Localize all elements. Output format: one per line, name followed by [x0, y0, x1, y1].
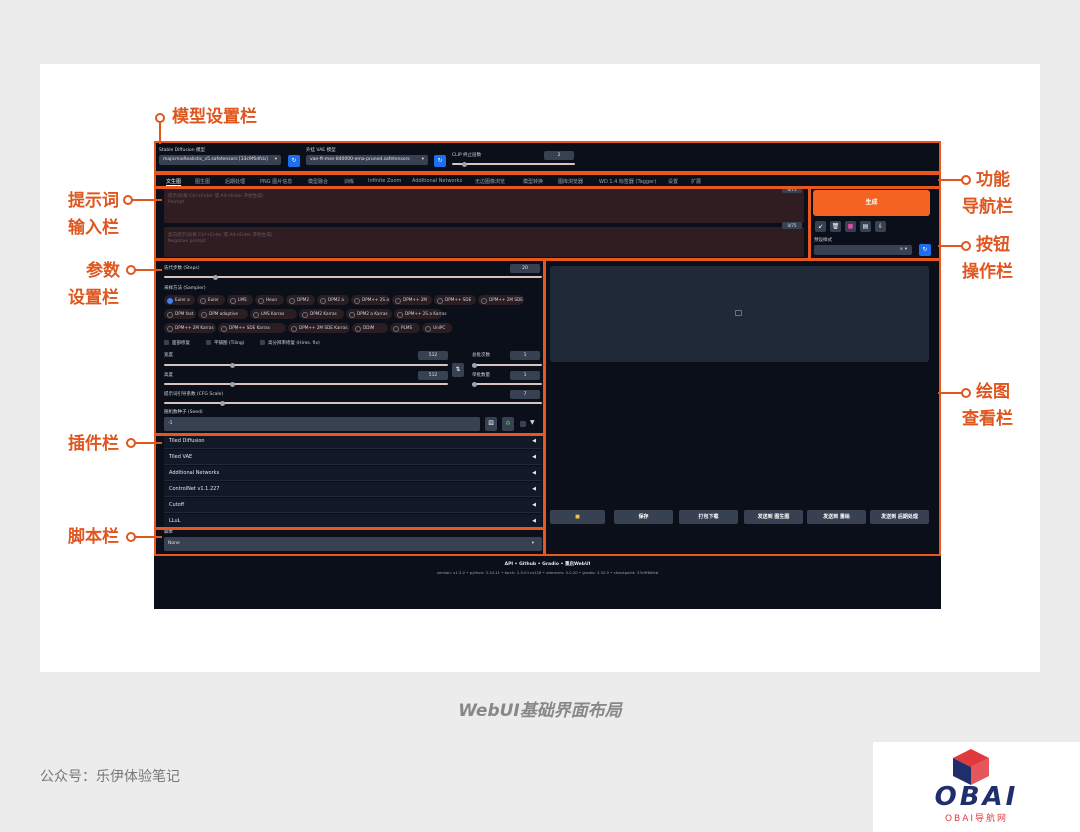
plugins-outline	[154, 434, 545, 529]
script-callout-line	[135, 536, 162, 538]
gallery-callout-line	[938, 392, 962, 394]
params-callout-2: 设置栏	[68, 288, 119, 308]
model-callout-line	[159, 122, 161, 144]
prompt-callout-line	[132, 199, 162, 201]
plugins-callout: 插件栏	[68, 434, 119, 454]
nav-callout-1: 功能	[976, 170, 1010, 190]
buttons-callout-2: 操作栏	[962, 262, 1013, 282]
gallery-outline	[544, 259, 941, 556]
nav-callout-line	[938, 179, 962, 181]
gallery-callout-dot	[961, 388, 971, 398]
prompt-callout-2: 输入栏	[68, 218, 119, 238]
logo-cube-icon	[953, 749, 989, 785]
params-outline	[154, 259, 545, 435]
logo-box: OBAI OBAI导航网	[873, 742, 1080, 832]
model-callout: 模型设置栏	[172, 107, 257, 127]
prompt-callout-1: 提示词	[68, 191, 119, 211]
buttons-callout-dot	[961, 241, 971, 251]
gallery-callout-2: 查看栏	[962, 409, 1013, 429]
logo-text: OBAI	[934, 782, 1019, 812]
prompt-outline	[154, 187, 810, 260]
logo-subtext: OBAI导航网	[944, 814, 1009, 824]
params-callout-line	[135, 269, 162, 271]
buttons-callout-1: 按钮	[976, 235, 1010, 255]
plugins-callout-line	[135, 442, 162, 444]
figure-caption: WebUI基础界面布局	[458, 701, 622, 721]
buttons-outline	[809, 187, 941, 260]
model-bar-outline	[154, 141, 941, 173]
buttons-callout-line	[938, 245, 962, 247]
nav-bar-outline	[154, 173, 941, 188]
nav-callout-dot	[961, 175, 971, 185]
credit-text: 公众号：乐伊体验笔记	[40, 769, 180, 785]
script-callout: 脚本栏	[68, 527, 119, 547]
gallery-callout-1: 绘图	[976, 382, 1010, 402]
footer-links[interactable]: API • Github • Gradio • 重启WebUI	[154, 561, 941, 567]
nav-callout-2: 导航栏	[962, 197, 1013, 217]
footer-version: version: v1.3.2 • python: 3.10.11 • torc…	[436, 570, 659, 575]
script-outline	[154, 528, 545, 556]
params-callout-1: 参数	[86, 261, 120, 281]
